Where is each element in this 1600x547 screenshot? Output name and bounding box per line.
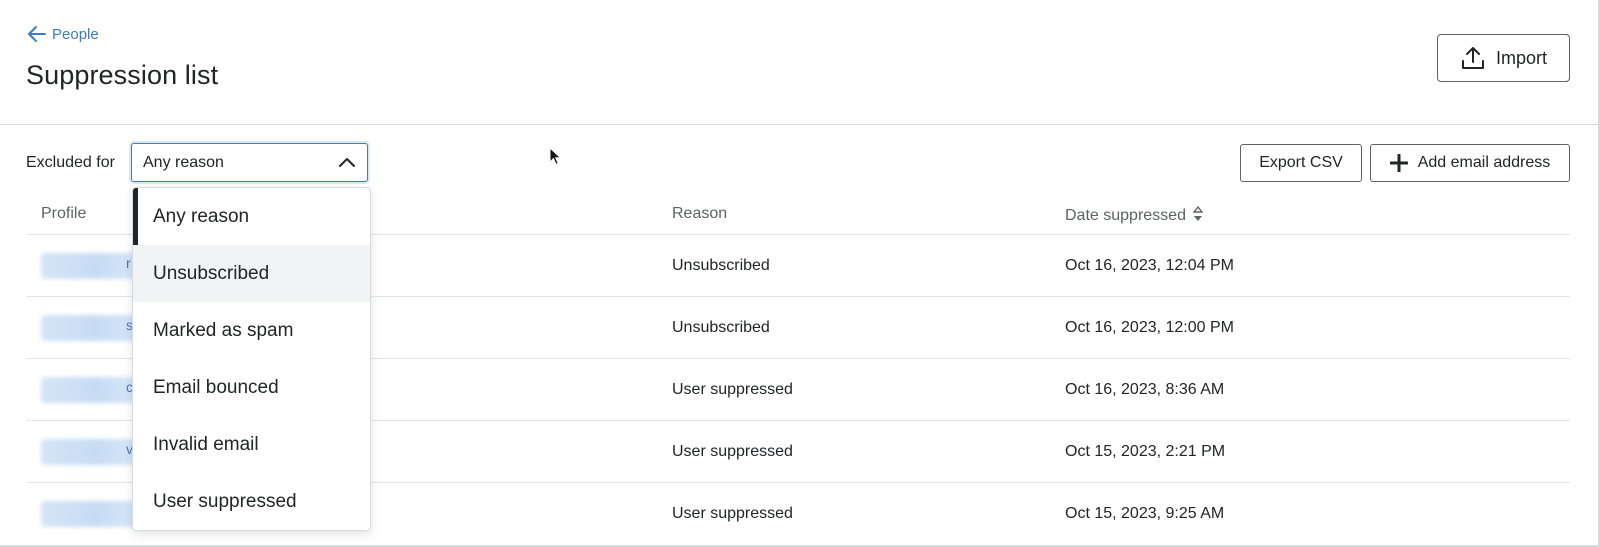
reason-cell: User suppressed (672, 381, 793, 398)
suppression-list-page: People Suppression list Import Excluded … (0, 0, 1600, 547)
sort-icon[interactable] (1192, 205, 1204, 223)
column-header-profile: Profile (41, 205, 87, 222)
back-link-label[interactable]: People (52, 26, 99, 43)
reason-cell: Unsubscribed (672, 257, 770, 274)
dropdown-option-unsubscribed[interactable]: Unsubscribed (133, 245, 370, 302)
excluded-for-label: Excluded for (26, 154, 115, 171)
header-divider (0, 124, 1600, 125)
dropdown-option-marked-as-spam[interactable]: Marked as spam (133, 302, 370, 359)
arrow-left-icon (28, 26, 46, 42)
column-header-date-label: Date suppressed (1065, 207, 1186, 224)
reason-dropdown-menu: Any reason Unsubscribed Marked as spam E… (132, 187, 371, 531)
export-csv-button[interactable]: Export CSV (1240, 144, 1362, 182)
profile-text-fragment[interactable]: r (126, 255, 131, 271)
date-cell: Oct 16, 2023, 12:04 PM (1065, 257, 1234, 274)
mouse-cursor-icon (549, 147, 562, 166)
reason-cell: Unsubscribed (672, 319, 770, 336)
column-header-reason: Reason (672, 205, 728, 222)
add-email-address-button[interactable]: Add email address (1370, 144, 1570, 182)
date-cell: Oct 15, 2023, 2:21 PM (1065, 443, 1226, 460)
reason-cell: User suppressed (672, 443, 793, 460)
page-title: Suppression list (26, 60, 219, 90)
dropdown-option-any-reason[interactable]: Any reason (133, 188, 370, 245)
date-cell: Oct 16, 2023, 12:00 PM (1065, 319, 1234, 336)
dropdown-option-user-suppressed[interactable]: User suppressed (133, 473, 370, 530)
reason-select-value: Any reason (143, 153, 224, 171)
import-button[interactable]: Import (1437, 34, 1570, 82)
upload-icon (1461, 47, 1484, 69)
date-cell: Oct 15, 2023, 9:25 AM (1065, 505, 1225, 522)
back-to-people-link[interactable]: People (26, 23, 99, 45)
chevron-up-icon (339, 158, 355, 167)
column-header-date[interactable]: Date suppressed (1065, 205, 1204, 225)
date-cell: Oct 16, 2023, 8:36 AM (1065, 381, 1225, 398)
dropdown-option-email-bounced[interactable]: Email bounced (133, 359, 370, 416)
plus-icon (1389, 154, 1408, 172)
add-email-address-label: Add email address (1417, 154, 1551, 171)
import-button-label: Import (1495, 47, 1547, 68)
reason-select[interactable]: Any reason (131, 143, 368, 182)
dropdown-option-invalid-email[interactable]: Invalid email (133, 416, 370, 473)
reason-cell: User suppressed (672, 505, 793, 522)
